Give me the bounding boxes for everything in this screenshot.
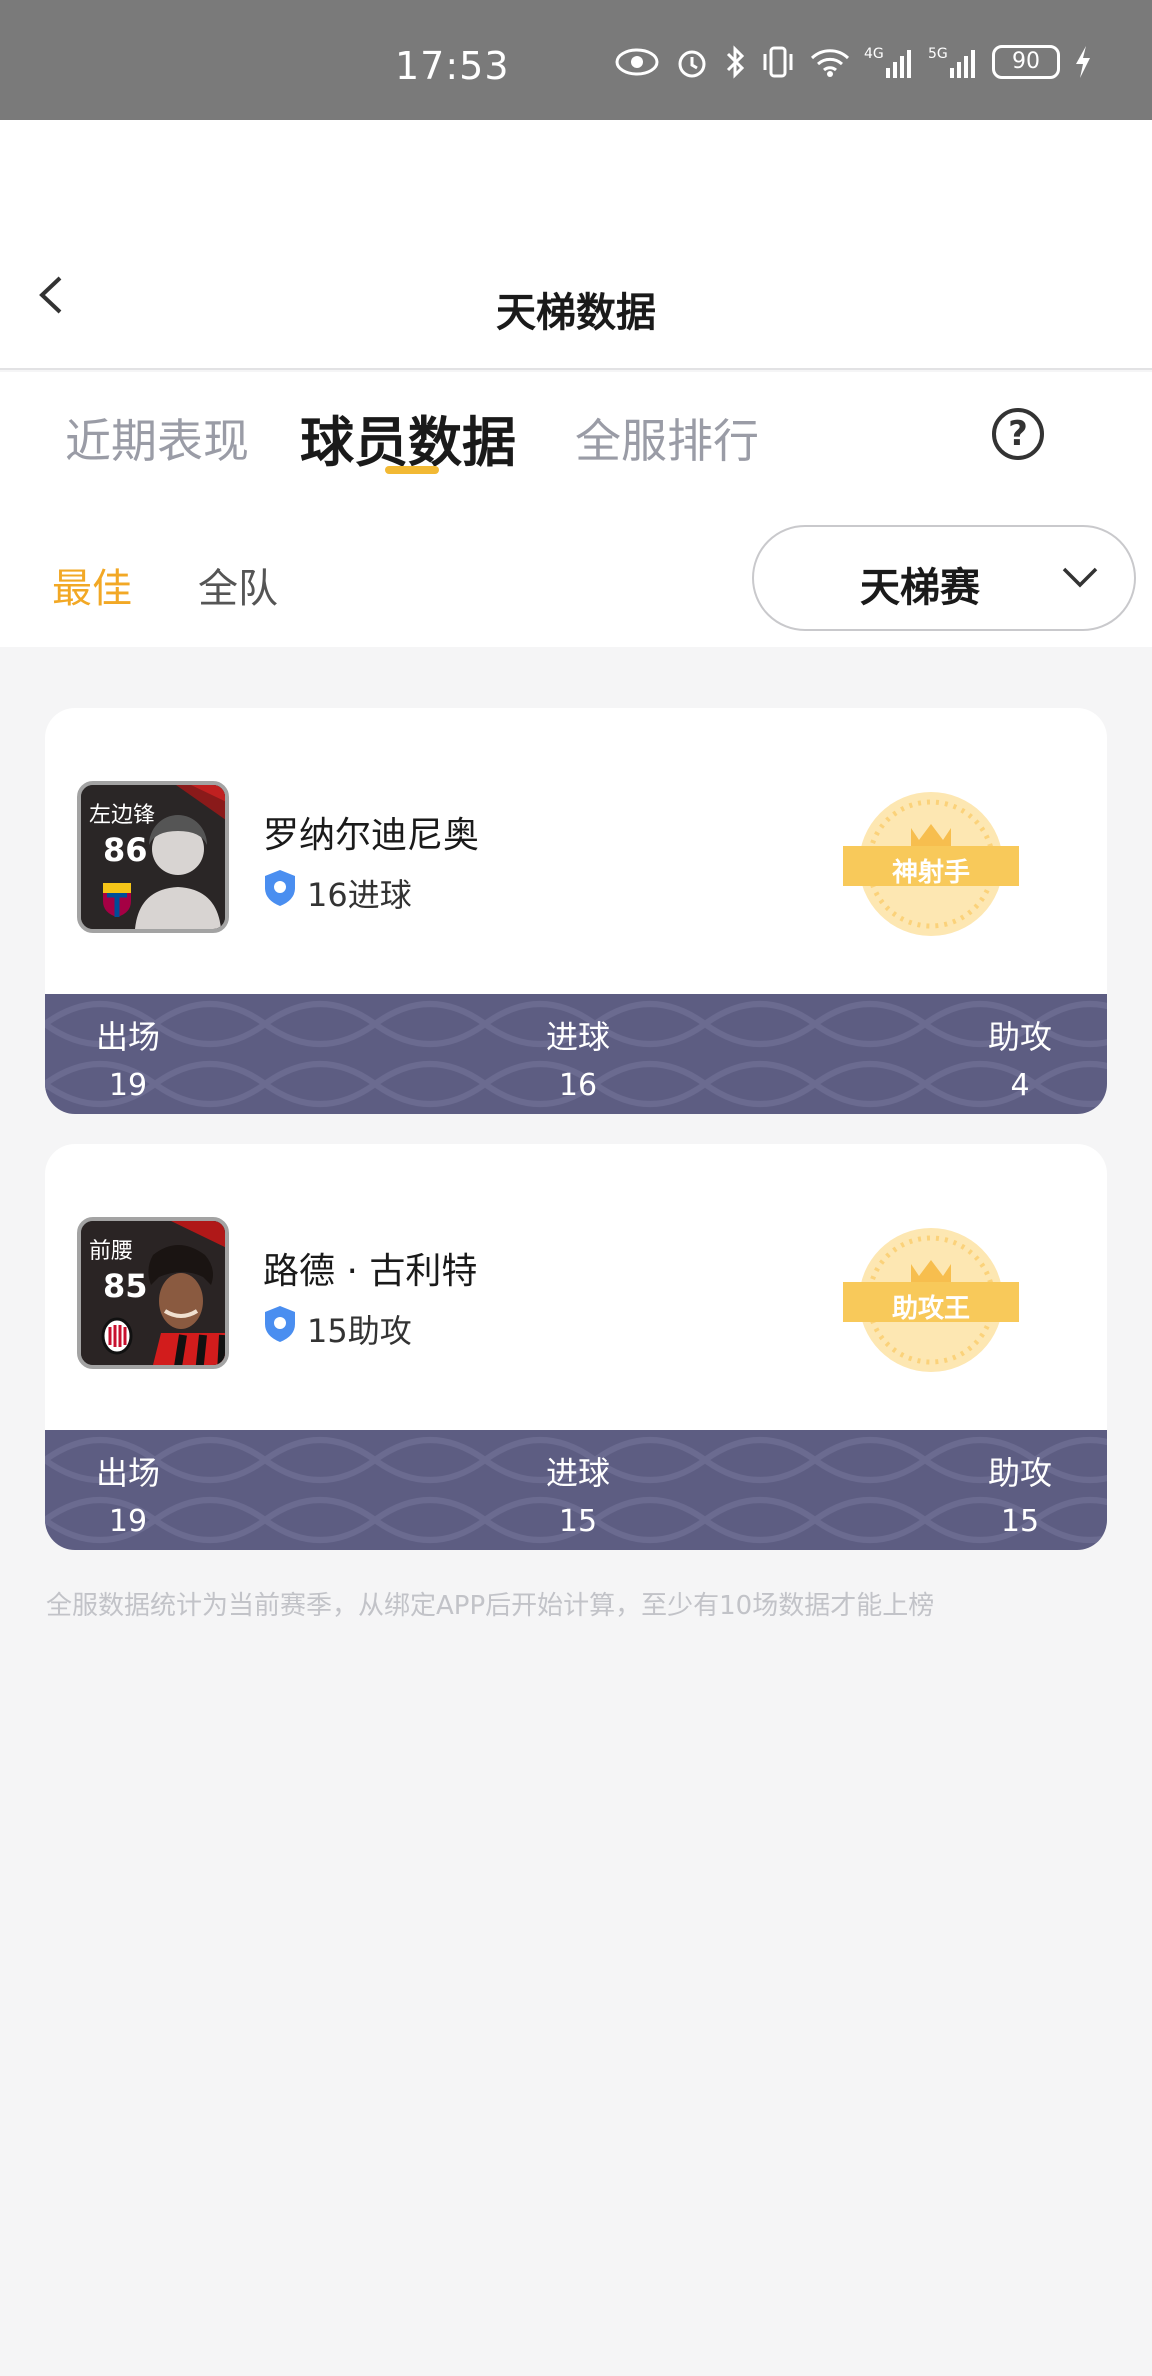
ac-milan-crest-icon xyxy=(101,1317,133,1355)
stat-appearances-label: 出场 xyxy=(95,1018,160,1056)
alarm-icon xyxy=(678,50,706,78)
mode-dropdown-label: 天梯赛 xyxy=(860,565,980,611)
player-avatar: 左边锋 86 xyxy=(77,781,229,933)
barcelona-crest-icon xyxy=(103,883,131,917)
stat-assists-label: 助攻 xyxy=(987,1018,1052,1056)
tab-recent-performance[interactable]: 近期表现 xyxy=(65,405,249,471)
eye-icon xyxy=(615,48,659,76)
tab-server-ranking[interactable]: 全服排行 xyxy=(575,405,759,471)
stat-assists: 助攻 4 xyxy=(975,1012,1065,1103)
player-name: 路德 · 古利特 xyxy=(263,1251,478,1292)
filter-all-team[interactable]: 全队 xyxy=(198,556,278,614)
stat-appearances-value: 19 xyxy=(108,1504,148,1539)
shield-icon xyxy=(265,870,295,906)
player-highlight: 15助攻 xyxy=(307,1312,412,1350)
bluetooth-icon xyxy=(726,45,745,79)
stat-goals-value: 16 xyxy=(558,1068,598,1103)
player-highlight: 16进球 xyxy=(307,876,412,914)
honor-label: 神射手 xyxy=(891,858,970,888)
player-photo xyxy=(148,1245,213,1329)
battery-icon: 90 xyxy=(992,45,1060,79)
honor-badge: 神射手 xyxy=(843,786,1019,942)
stat-goals: 进球 16 xyxy=(533,1012,623,1103)
player-avatar: 前腰 85 xyxy=(77,1217,229,1369)
stat-goals-label: 进球 xyxy=(545,1454,610,1492)
player-name: 罗纳尔迪尼奥 xyxy=(263,815,480,856)
stats-bar: 出场 19 进球 15 助攻 15 xyxy=(45,1430,1107,1550)
stats-bar: 出场 19 进球 16 助攻 4 xyxy=(45,994,1107,1114)
wifi-icon xyxy=(810,49,850,77)
player-rating: 85 xyxy=(103,1267,148,1305)
svg-text:4G: 4G xyxy=(864,46,884,62)
player-position: 左边锋 xyxy=(89,803,156,828)
stat-appearances: 出场 19 xyxy=(83,1012,173,1103)
signal-4g-icon: 4G xyxy=(864,46,911,78)
stat-appearances: 出场 19 xyxy=(83,1448,173,1539)
player-rating: 86 xyxy=(103,831,148,869)
player-card[interactable]: 左边锋 86 罗纳尔迪尼奥 16进球 神射手 出场 19 进球 16 助攻 4 xyxy=(45,708,1107,1114)
chevron-down-icon xyxy=(1062,567,1098,588)
stat-goals: 进球 15 xyxy=(533,1448,623,1539)
mode-dropdown[interactable]: 天梯赛 xyxy=(752,525,1136,631)
honor-badge: 助攻王 xyxy=(843,1222,1019,1378)
status-icons: 4G 5G 90 xyxy=(614,44,1092,80)
stat-goals-value: 15 xyxy=(558,1504,598,1539)
stat-assists-value: 15 xyxy=(1000,1504,1040,1539)
honor-label: 助攻王 xyxy=(891,1294,970,1324)
svg-text:5G: 5G xyxy=(928,46,948,62)
filter-best[interactable]: 最佳 xyxy=(52,556,132,614)
page-title: 天梯数据 xyxy=(496,290,656,336)
stat-assists-label: 助攻 xyxy=(987,1454,1052,1492)
help-icon[interactable]: ? xyxy=(992,408,1044,460)
status-time: 17:53 xyxy=(395,44,510,88)
stat-assists: 助攻 15 xyxy=(975,1448,1065,1539)
player-position: 前腰 xyxy=(89,1239,134,1264)
signal-5g-icon: 5G xyxy=(928,46,975,78)
shield-icon xyxy=(265,1306,295,1342)
stat-appearances-label: 出场 xyxy=(95,1454,160,1492)
footnote: 全服数据统计为当前赛季，从绑定APP后开始计算，至少有10场数据才能上榜 xyxy=(46,1591,935,1621)
stat-assists-value: 4 xyxy=(1010,1068,1030,1103)
stat-goals-label: 进球 xyxy=(545,1018,610,1056)
status-bar: 17:53 4G 5G 90 xyxy=(0,0,1152,120)
stat-appearances-value: 19 xyxy=(108,1068,148,1103)
vibrate-icon xyxy=(763,46,793,78)
charging-icon xyxy=(1076,46,1090,78)
tab-active-indicator xyxy=(385,466,439,474)
player-card[interactable]: 前腰 85 路德 · 古利特 15助攻 助攻王 出场 19 进球 15 助攻 15 xyxy=(45,1144,1107,1550)
